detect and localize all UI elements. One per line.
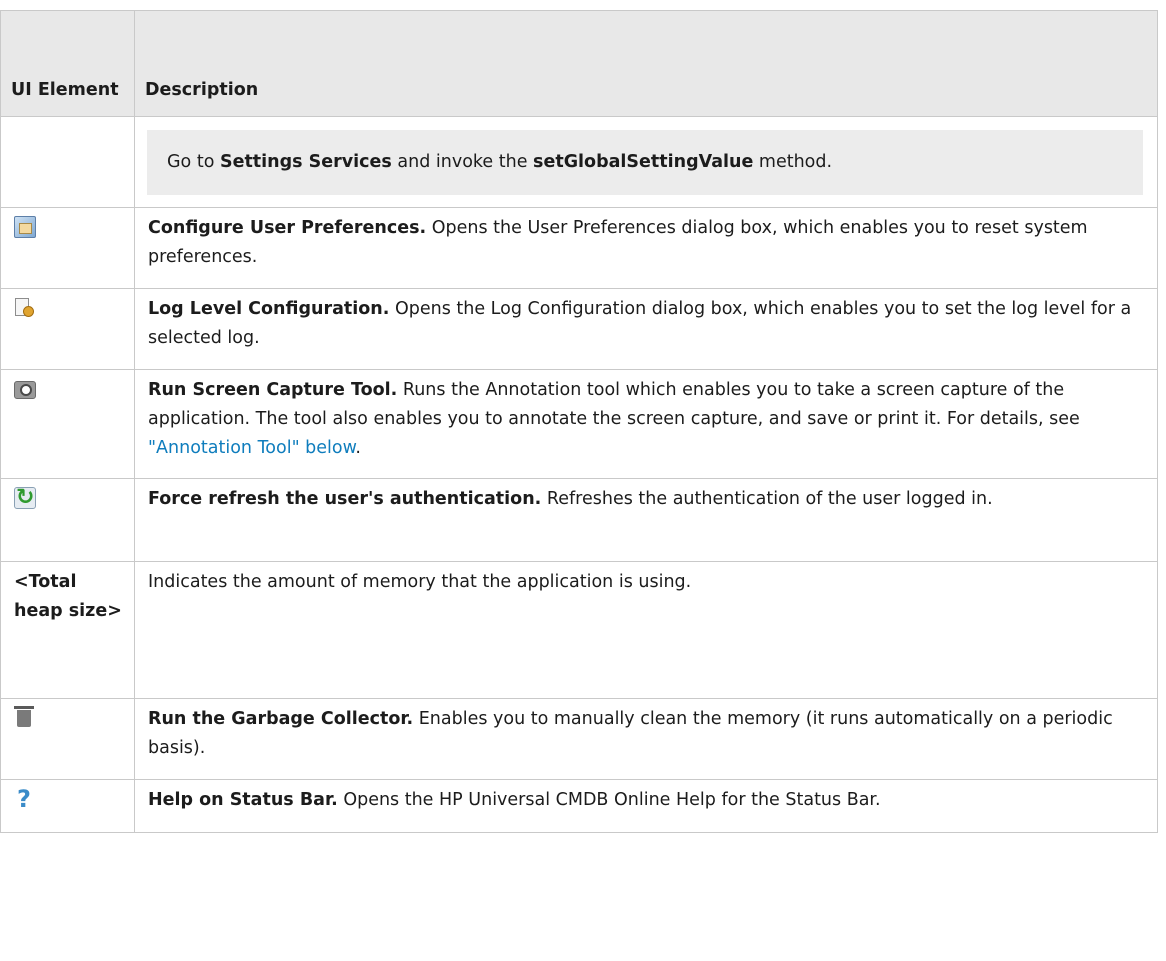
- description-cell: Go to Settings Services and invoke the s…: [134, 116, 1158, 208]
- table-row: <Total heap size> Indicates the amount o…: [0, 561, 1158, 699]
- note-text-prefix: Go to: [167, 151, 220, 172]
- element-cell: [0, 698, 135, 780]
- item-description: Refreshes the authentication of the user…: [541, 489, 993, 509]
- refresh-icon[interactable]: [14, 483, 36, 512]
- item-label: Run Screen Capture Tool.: [148, 380, 398, 400]
- method-name: setGlobalSettingValue: [533, 151, 754, 172]
- column-header-description: Description: [134, 10, 1158, 117]
- item-description: Opens the HP Universal CMDB Online Help …: [337, 790, 881, 810]
- item-label: Force refresh the user's authentication.: [148, 489, 542, 509]
- camera-icon[interactable]: [14, 381, 36, 399]
- note-text-suffix: method.: [753, 151, 833, 172]
- description-cell: Configure User Preferences. Opens the Us…: [134, 207, 1158, 289]
- table-row: Run the Garbage Collector. Enables you t…: [0, 698, 1158, 780]
- item-label: Help on Status Bar.: [148, 790, 338, 810]
- column-header-ui-element: UI Element: [0, 10, 135, 117]
- element-cell: [0, 369, 135, 479]
- table-row: Go to Settings Services and invoke the s…: [0, 116, 1158, 208]
- element-cell: [0, 207, 135, 289]
- element-cell: [0, 288, 135, 370]
- element-cell: [0, 478, 135, 562]
- table-header-row: UI Element Description: [0, 10, 1158, 117]
- item-description-end: .: [355, 438, 361, 458]
- total-heap-size-label: <Total heap size>: [0, 561, 135, 699]
- description-cell: Run Screen Capture Tool. Runs the Annota…: [134, 369, 1158, 479]
- log-configuration-icon[interactable]: [14, 297, 34, 317]
- note-box: Go to Settings Services and invoke the s…: [147, 129, 1143, 195]
- description-cell: Run the Garbage Collector. Enables you t…: [134, 698, 1158, 780]
- annotation-tool-link[interactable]: "Annotation Tool" below: [148, 438, 355, 458]
- description-cell: Indicates the amount of memory that the …: [134, 561, 1158, 699]
- help-icon[interactable]: ?: [14, 787, 34, 811]
- table-row: Force refresh the user's authentication.…: [0, 478, 1158, 562]
- trash-icon[interactable]: [14, 706, 34, 727]
- element-cell: ?: [0, 779, 135, 833]
- item-label: Log Level Configuration.: [148, 299, 390, 319]
- table-row: Log Level Configuration. Opens the Log C…: [0, 288, 1158, 370]
- service-name: Settings Services: [219, 151, 392, 172]
- table-row: Run Screen Capture Tool. Runs the Annota…: [0, 369, 1158, 479]
- table-row: ? Help on Status Bar. Opens the HP Unive…: [0, 779, 1158, 833]
- table-row: Configure User Preferences. Opens the Us…: [0, 207, 1158, 289]
- item-label: Run the Garbage Collector.: [148, 709, 414, 729]
- empty-element-cell: [0, 116, 135, 208]
- note-text-middle: and invoke the: [391, 151, 534, 172]
- description-cell: Help on Status Bar. Opens the HP Univers…: [134, 779, 1158, 833]
- user-preferences-icon[interactable]: [14, 216, 36, 238]
- item-label: Configure User Preferences.: [148, 218, 427, 238]
- ui-elements-table: UI Element Description Go to Settings Se…: [0, 10, 1158, 833]
- description-cell: Force refresh the user's authentication.…: [134, 478, 1158, 562]
- description-cell: Log Level Configuration. Opens the Log C…: [134, 288, 1158, 370]
